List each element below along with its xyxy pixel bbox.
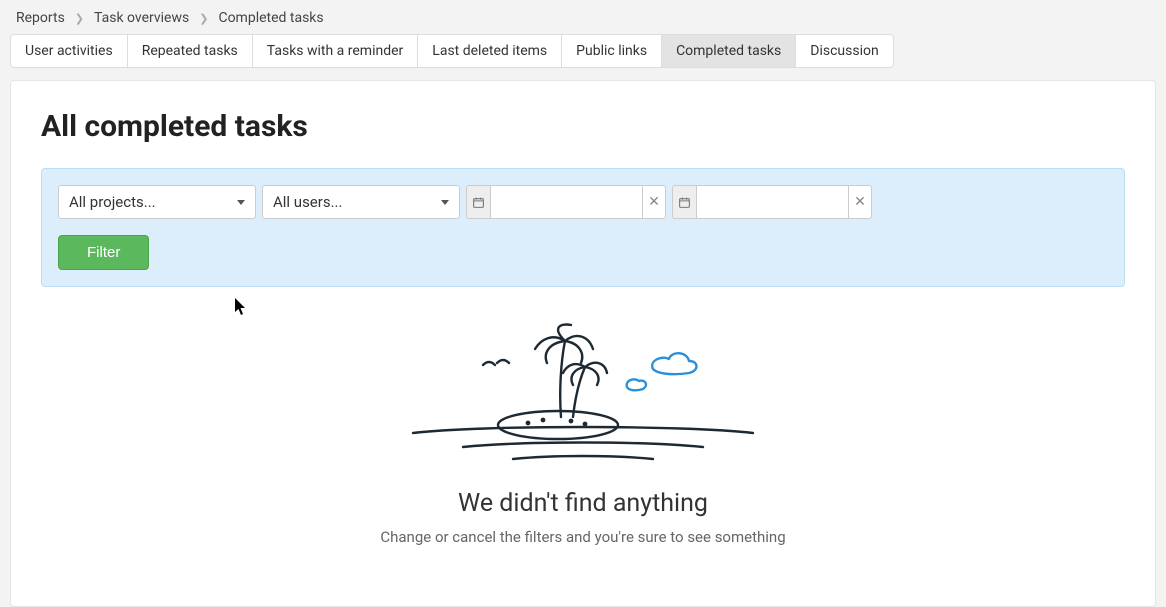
filter-row: All projects... All users... ✕: [58, 185, 1108, 219]
chevron-right-icon: ❯: [199, 12, 208, 25]
user-select-label: All users...: [273, 193, 342, 211]
project-select[interactable]: All projects...: [58, 185, 256, 219]
close-icon: ✕: [854, 194, 866, 210]
date-from-input[interactable]: [490, 185, 642, 219]
calendar-icon[interactable]: [466, 185, 490, 219]
calendar-icon[interactable]: [672, 185, 696, 219]
chevron-right-icon: ❯: [75, 12, 84, 25]
date-to-input[interactable]: [696, 185, 848, 219]
breadcrumb: Reports ❯ Task overviews ❯ Completed tas…: [0, 0, 1166, 34]
caret-down-icon: [441, 200, 449, 205]
tabs-bar: User activities Repeated tasks Tasks wit…: [0, 34, 1166, 68]
date-to-group: ✕: [672, 185, 872, 219]
empty-state: We didn't find anything Change or cancel…: [41, 321, 1125, 546]
page-title: All completed tasks: [41, 109, 1125, 144]
date-to-clear[interactable]: ✕: [848, 185, 872, 219]
empty-subtitle: Change or cancel the filters and you're …: [41, 528, 1125, 546]
close-icon: ✕: [648, 194, 660, 210]
content-panel: All completed tasks All projects... All …: [10, 80, 1156, 607]
island-illustration: [403, 321, 763, 471]
date-from-group: ✕: [466, 185, 666, 219]
filter-button[interactable]: Filter: [58, 235, 149, 270]
tab-repeated-tasks[interactable]: Repeated tasks: [127, 34, 253, 68]
user-select[interactable]: All users...: [262, 185, 460, 219]
filter-box: All projects... All users... ✕: [41, 168, 1125, 287]
date-from-clear[interactable]: ✕: [642, 185, 666, 219]
breadcrumb-reports[interactable]: Reports: [16, 10, 65, 26]
empty-title: We didn't find anything: [41, 489, 1125, 518]
tab-tasks-with-reminder[interactable]: Tasks with a reminder: [252, 34, 419, 68]
tab-last-deleted-items[interactable]: Last deleted items: [417, 34, 562, 68]
tab-user-activities[interactable]: User activities: [10, 34, 128, 68]
caret-down-icon: [237, 200, 245, 205]
tab-completed-tasks[interactable]: Completed tasks: [661, 34, 796, 68]
tab-discussion[interactable]: Discussion: [795, 34, 893, 68]
project-select-label: All projects...: [69, 193, 156, 211]
tab-public-links[interactable]: Public links: [561, 34, 662, 68]
breadcrumb-completed-tasks[interactable]: Completed tasks: [218, 10, 323, 26]
breadcrumb-task-overviews[interactable]: Task overviews: [94, 10, 189, 26]
